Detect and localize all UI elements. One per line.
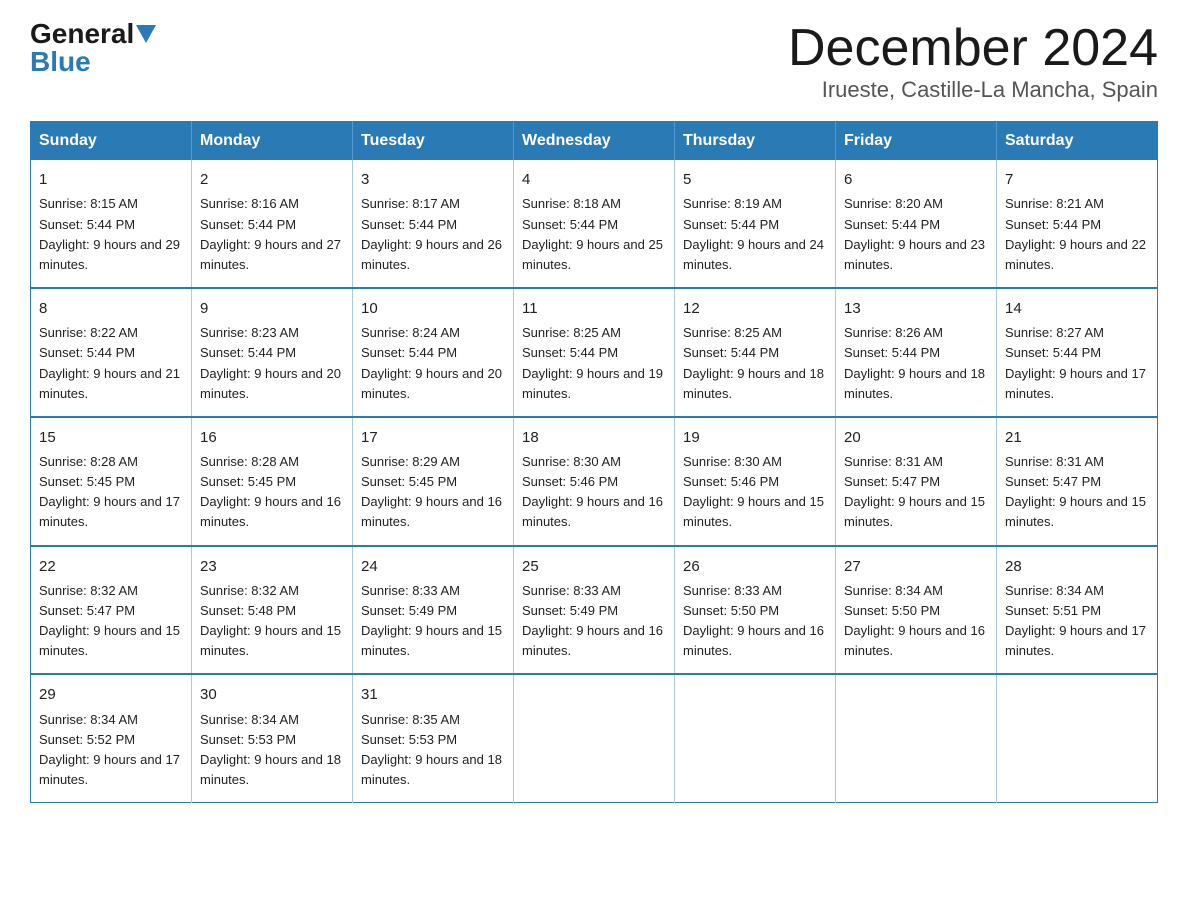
logo-triangle-icon	[136, 25, 156, 43]
calendar-header-row: SundayMondayTuesdayWednesdayThursdayFrid…	[31, 122, 1158, 161]
calendar-week-row: 15Sunrise: 8:28 AMSunset: 5:45 PMDayligh…	[31, 417, 1158, 546]
day-number: 5	[683, 168, 827, 191]
day-number: 11	[522, 297, 666, 320]
calendar-header-wednesday: Wednesday	[514, 122, 675, 161]
day-number: 4	[522, 168, 666, 191]
calendar-cell: 15Sunrise: 8:28 AMSunset: 5:45 PMDayligh…	[31, 417, 192, 546]
day-number: 18	[522, 426, 666, 449]
calendar-cell: 4Sunrise: 8:18 AMSunset: 5:44 PMDaylight…	[514, 160, 675, 288]
calendar-cell: 7Sunrise: 8:21 AMSunset: 5:44 PMDaylight…	[997, 160, 1158, 288]
calendar-cell	[675, 674, 836, 802]
calendar-cell: 29Sunrise: 8:34 AMSunset: 5:52 PMDayligh…	[31, 674, 192, 802]
day-number: 31	[361, 683, 505, 706]
calendar-table: SundayMondayTuesdayWednesdayThursdayFrid…	[30, 121, 1158, 803]
calendar-week-row: 1Sunrise: 8:15 AMSunset: 5:44 PMDaylight…	[31, 160, 1158, 288]
day-number: 24	[361, 555, 505, 578]
day-number: 14	[1005, 297, 1149, 320]
calendar-cell: 10Sunrise: 8:24 AMSunset: 5:44 PMDayligh…	[353, 288, 514, 417]
day-number: 9	[200, 297, 344, 320]
calendar-cell: 17Sunrise: 8:29 AMSunset: 5:45 PMDayligh…	[353, 417, 514, 546]
day-number: 16	[200, 426, 344, 449]
calendar-cell: 9Sunrise: 8:23 AMSunset: 5:44 PMDaylight…	[192, 288, 353, 417]
calendar-cell	[997, 674, 1158, 802]
calendar-cell	[836, 674, 997, 802]
calendar-cell: 19Sunrise: 8:30 AMSunset: 5:46 PMDayligh…	[675, 417, 836, 546]
calendar-header-sunday: Sunday	[31, 122, 192, 161]
calendar-cell: 5Sunrise: 8:19 AMSunset: 5:44 PMDaylight…	[675, 160, 836, 288]
calendar-cell: 13Sunrise: 8:26 AMSunset: 5:44 PMDayligh…	[836, 288, 997, 417]
calendar-cell: 24Sunrise: 8:33 AMSunset: 5:49 PMDayligh…	[353, 546, 514, 675]
month-title: December 2024	[788, 20, 1158, 77]
day-number: 1	[39, 168, 183, 191]
day-number: 12	[683, 297, 827, 320]
calendar-cell: 30Sunrise: 8:34 AMSunset: 5:53 PMDayligh…	[192, 674, 353, 802]
day-number: 27	[844, 555, 988, 578]
calendar-cell: 23Sunrise: 8:32 AMSunset: 5:48 PMDayligh…	[192, 546, 353, 675]
calendar-cell: 27Sunrise: 8:34 AMSunset: 5:50 PMDayligh…	[836, 546, 997, 675]
day-number: 20	[844, 426, 988, 449]
calendar-header-monday: Monday	[192, 122, 353, 161]
day-number: 13	[844, 297, 988, 320]
calendar-cell: 28Sunrise: 8:34 AMSunset: 5:51 PMDayligh…	[997, 546, 1158, 675]
day-number: 2	[200, 168, 344, 191]
day-number: 17	[361, 426, 505, 449]
day-number: 29	[39, 683, 183, 706]
calendar-cell: 2Sunrise: 8:16 AMSunset: 5:44 PMDaylight…	[192, 160, 353, 288]
calendar-cell	[514, 674, 675, 802]
day-number: 6	[844, 168, 988, 191]
calendar-cell: 12Sunrise: 8:25 AMSunset: 5:44 PMDayligh…	[675, 288, 836, 417]
day-number: 7	[1005, 168, 1149, 191]
day-number: 30	[200, 683, 344, 706]
calendar-week-row: 8Sunrise: 8:22 AMSunset: 5:44 PMDaylight…	[31, 288, 1158, 417]
day-number: 3	[361, 168, 505, 191]
calendar-cell: 26Sunrise: 8:33 AMSunset: 5:50 PMDayligh…	[675, 546, 836, 675]
calendar-cell: 16Sunrise: 8:28 AMSunset: 5:45 PMDayligh…	[192, 417, 353, 546]
calendar-cell: 1Sunrise: 8:15 AMSunset: 5:44 PMDaylight…	[31, 160, 192, 288]
page-header: General Blue December 2024 Irueste, Cast…	[30, 20, 1158, 103]
calendar-cell: 3Sunrise: 8:17 AMSunset: 5:44 PMDaylight…	[353, 160, 514, 288]
day-number: 26	[683, 555, 827, 578]
calendar-header-tuesday: Tuesday	[353, 122, 514, 161]
calendar-cell: 11Sunrise: 8:25 AMSunset: 5:44 PMDayligh…	[514, 288, 675, 417]
calendar-week-row: 22Sunrise: 8:32 AMSunset: 5:47 PMDayligh…	[31, 546, 1158, 675]
day-number: 8	[39, 297, 183, 320]
day-number: 23	[200, 555, 344, 578]
title-block: December 2024 Irueste, Castille-La Manch…	[788, 20, 1158, 103]
calendar-cell: 8Sunrise: 8:22 AMSunset: 5:44 PMDaylight…	[31, 288, 192, 417]
calendar-cell: 31Sunrise: 8:35 AMSunset: 5:53 PMDayligh…	[353, 674, 514, 802]
location-title: Irueste, Castille-La Mancha, Spain	[788, 77, 1158, 103]
calendar-cell: 14Sunrise: 8:27 AMSunset: 5:44 PMDayligh…	[997, 288, 1158, 417]
calendar-header-thursday: Thursday	[675, 122, 836, 161]
day-number: 25	[522, 555, 666, 578]
logo-general-text: General	[30, 20, 156, 48]
day-number: 15	[39, 426, 183, 449]
calendar-cell: 18Sunrise: 8:30 AMSunset: 5:46 PMDayligh…	[514, 417, 675, 546]
logo-blue-text: Blue	[30, 48, 91, 76]
day-number: 28	[1005, 555, 1149, 578]
calendar-week-row: 29Sunrise: 8:34 AMSunset: 5:52 PMDayligh…	[31, 674, 1158, 802]
calendar-cell: 20Sunrise: 8:31 AMSunset: 5:47 PMDayligh…	[836, 417, 997, 546]
day-number: 19	[683, 426, 827, 449]
day-number: 22	[39, 555, 183, 578]
calendar-cell: 25Sunrise: 8:33 AMSunset: 5:49 PMDayligh…	[514, 546, 675, 675]
calendar-header-saturday: Saturday	[997, 122, 1158, 161]
logo: General Blue	[30, 20, 156, 76]
day-number: 21	[1005, 426, 1149, 449]
calendar-cell: 6Sunrise: 8:20 AMSunset: 5:44 PMDaylight…	[836, 160, 997, 288]
calendar-cell: 21Sunrise: 8:31 AMSunset: 5:47 PMDayligh…	[997, 417, 1158, 546]
calendar-header-friday: Friday	[836, 122, 997, 161]
calendar-cell: 22Sunrise: 8:32 AMSunset: 5:47 PMDayligh…	[31, 546, 192, 675]
day-number: 10	[361, 297, 505, 320]
